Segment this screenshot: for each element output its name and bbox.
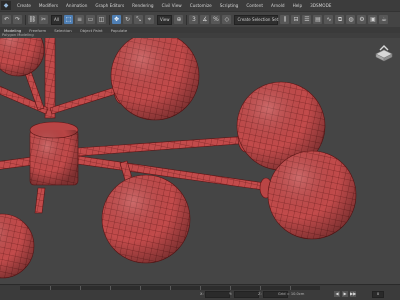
named-selection-set-field[interactable]: Create Selection Set (234, 14, 279, 25)
selection-filter-dropdown[interactable]: All (51, 14, 62, 25)
time-slider-track[interactable] (20, 286, 320, 290)
layer-explorer-icon[interactable]: ☰ (302, 15, 312, 24)
schematic-view-icon[interactable]: ⧉ (335, 15, 345, 24)
track-tick (170, 286, 171, 290)
select-object-icon[interactable]: ⬚ (63, 15, 73, 24)
ribbon-tab-populate[interactable]: Populate (107, 28, 132, 33)
curve-editor-icon[interactable]: ∿ (324, 15, 334, 24)
pivot-center-icon[interactable]: ⊕ (174, 15, 184, 24)
app-window: ◆ Create Modifiers Animation Graph Edito… (0, 0, 400, 300)
next-frame-icon[interactable]: ▶▶ (350, 291, 356, 297)
y-coordinate-field[interactable] (234, 291, 259, 298)
rotate-icon[interactable]: ↻ (122, 15, 132, 24)
snaps-toggle-icon[interactable]: 3 (189, 15, 199, 24)
hub-cylinder[interactable] (29, 121, 79, 186)
mirror-icon[interactable]: ⫼ (280, 15, 290, 24)
rendered-frame-window-icon[interactable]: ▣ (368, 15, 378, 24)
menu-help[interactable]: Help (289, 0, 307, 11)
menu-arnold[interactable]: Arnold (267, 0, 289, 11)
menu-civil-view[interactable]: Civil View (158, 0, 186, 11)
y-coordinate-label: Y: (229, 292, 232, 296)
track-tick (230, 286, 231, 290)
grid-size-readout: Grid = 10.0cm (278, 292, 305, 296)
menu-scripting[interactable]: Scripting (216, 0, 243, 11)
sphere-bottom-center[interactable] (101, 174, 191, 264)
render-setup-icon[interactable]: ⚙ (357, 15, 367, 24)
angle-snap-icon[interactable]: ∡ (200, 15, 210, 24)
track-tick (260, 286, 261, 290)
menu-animation[interactable]: Animation (62, 0, 91, 11)
track-tick (140, 286, 141, 290)
menu-3dsmode[interactable]: 3DSMODE (306, 0, 335, 11)
menu-customize[interactable]: Customize (186, 0, 216, 11)
scale-icon[interactable]: ⤡ (133, 15, 143, 24)
rectangular-region-icon[interactable]: ▭ (85, 15, 95, 24)
x-coordinate-label: X: (200, 292, 204, 296)
toolbar-divider (108, 14, 110, 25)
ribbon-tab-modeling[interactable]: Modeling (0, 28, 25, 33)
menu-bar: ◆ Create Modifiers Animation Graph Edito… (0, 0, 400, 11)
track-tick (50, 286, 51, 290)
window-crossing-icon[interactable]: ◫ (96, 15, 106, 24)
unlink-icon[interactable]: ✂ (39, 15, 48, 24)
toolbar-divider (186, 14, 188, 25)
material-editor-icon[interactable]: ◍ (346, 15, 356, 24)
spinner-snap-icon[interactable]: ◇ (222, 15, 232, 24)
link-icon[interactable]: ⛓ (28, 15, 37, 24)
align-icon[interactable]: ⊟ (291, 15, 301, 24)
menu-rendering[interactable]: Rendering (128, 0, 157, 11)
track-tick (200, 286, 201, 290)
sphere-top-left[interactable] (0, 38, 45, 77)
track-tick (290, 286, 291, 290)
top-vertical-rod[interactable] (44, 38, 56, 119)
menu-modifiers[interactable]: Modifiers (35, 0, 62, 11)
sphere-top-center[interactable] (110, 38, 200, 121)
home-view-icon[interactable] (373, 44, 395, 62)
previous-frame-icon[interactable]: ◀ (334, 291, 340, 297)
select-by-name-icon[interactable]: ≡ (74, 15, 84, 24)
scene-render (0, 38, 357, 279)
perspective-viewport[interactable] (0, 38, 400, 284)
track-tick (80, 286, 81, 290)
x-coordinate-field[interactable] (205, 291, 230, 298)
place-icon[interactable]: ⌖ (144, 15, 154, 24)
3ds-max-logo-icon[interactable]: ◆ (1, 1, 11, 10)
redo-icon[interactable]: ↷ (13, 15, 22, 24)
menu-content[interactable]: Content (242, 0, 267, 11)
current-frame-field[interactable]: 0 (372, 291, 384, 298)
render-production-icon[interactable]: ☕ (379, 15, 389, 24)
play-icon[interactable]: ▶ (342, 291, 348, 297)
toolbar-divider (25, 14, 26, 25)
percent-snap-icon[interactable]: % (211, 15, 221, 24)
ribbon-tab-freeform[interactable]: Freeform (25, 28, 50, 33)
ribbon-toggle-icon[interactable]: ▤ (313, 15, 323, 24)
undo-icon[interactable]: ↶ (2, 15, 11, 24)
main-toolbar: ↶ ↷ ⛓ ✂ All ⬚ ≡ ▭ ◫ ✥ ↻ ⤡ ⌖ View ⊕ 3 ∡ %… (0, 11, 400, 28)
move-icon[interactable]: ✥ (111, 15, 121, 24)
menu-graph-editors[interactable]: Graph Editors (91, 0, 128, 11)
menu-create[interactable]: Create (13, 0, 35, 11)
reference-coordinate-dropdown[interactable]: View (156, 14, 173, 25)
ribbon-tab-object-paint[interactable]: Object Paint (76, 28, 107, 33)
status-bar: X: Y: Z: Grid = 10.0cm ◀ ▶ ▶▶ 0 (0, 284, 400, 300)
track-tick (110, 286, 111, 290)
z-coordinate-label: Z: (258, 292, 262, 296)
ribbon-tab-selection[interactable]: Selection (50, 28, 76, 33)
rod-down-left[interactable] (34, 187, 46, 214)
rod-right-long[interactable] (77, 135, 252, 157)
sphere-bottom-left[interactable] (0, 213, 35, 279)
